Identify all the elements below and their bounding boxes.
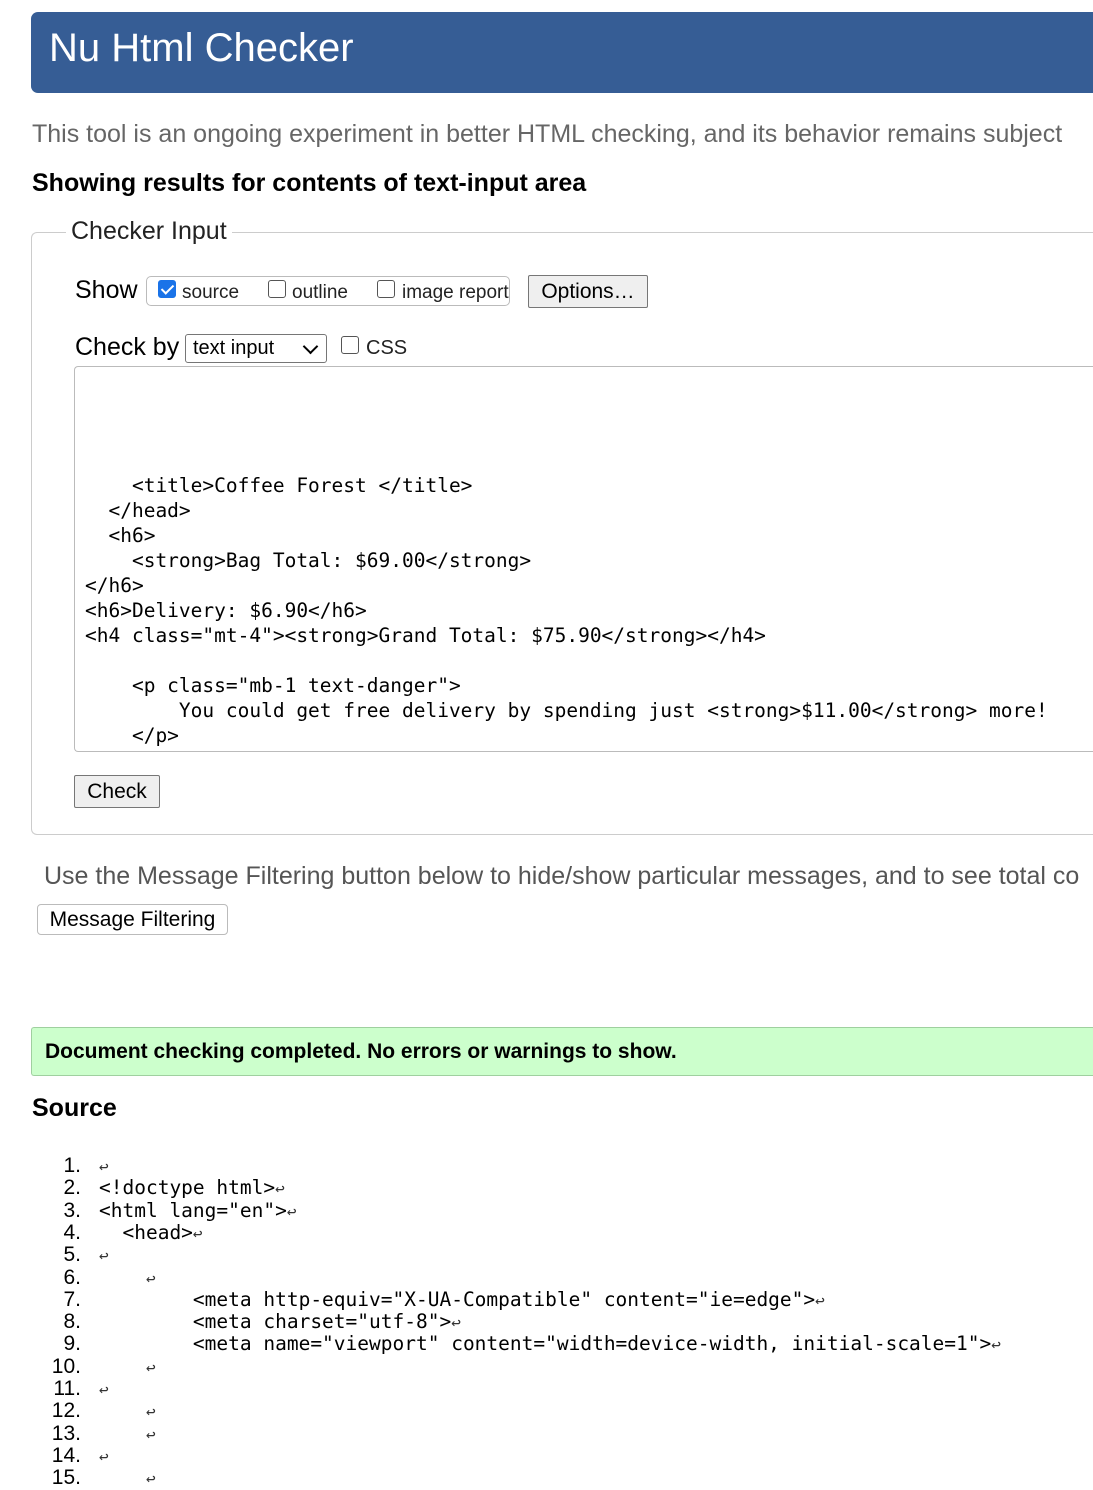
return-icon: ↩ xyxy=(275,1179,285,1199)
results-heading: Showing results for contents of text-inp… xyxy=(32,169,587,197)
source-heading: Source xyxy=(32,1094,117,1122)
source-line-number: 3. xyxy=(63,1198,81,1222)
source-line: 11. ↩ xyxy=(0,1377,1093,1400)
source-line: 3. <html lang="en">↩ xyxy=(0,1198,1093,1222)
source-line-code: ↩ xyxy=(99,1444,109,1467)
checker-input-legend: Checker Input xyxy=(66,217,232,246)
check-by-select-value: text input xyxy=(193,337,275,359)
return-icon: ↩ xyxy=(192,1223,203,1243)
source-line: 14. ↩ xyxy=(0,1443,1093,1467)
source-checkbox-label[interactable]: source xyxy=(182,282,239,304)
show-label: Show xyxy=(75,276,138,304)
source-line-code: ↩ xyxy=(99,1266,156,1289)
source-line: 12. ↩ xyxy=(0,1399,1093,1423)
image-report-checkbox[interactable] xyxy=(377,280,395,298)
source-line-number: 4. xyxy=(63,1220,81,1244)
source-line-number: 10. xyxy=(51,1354,81,1378)
source-textarea[interactable]: <title>Coffee Forest </title> </head> <h… xyxy=(74,366,1093,752)
source-line: 13. ↩ xyxy=(0,1421,1093,1445)
return-icon: ↩ xyxy=(991,1335,1001,1355)
source-line-code: <head>↩ xyxy=(99,1220,203,1244)
source-line: 6. ↩ xyxy=(0,1265,1093,1289)
source-line-number: 6. xyxy=(63,1265,81,1289)
source-line-code: ↩ xyxy=(99,1399,156,1422)
outline-checkbox-label[interactable]: outline xyxy=(292,282,348,304)
source-checkbox[interactable] xyxy=(158,280,176,298)
source-line-code: <meta charset="utf-8">↩ xyxy=(99,1310,461,1334)
source-line-code: <meta name="viewport" content="width=dev… xyxy=(99,1332,1001,1356)
source-line: 9. <meta name="viewport" content="width=… xyxy=(0,1332,1093,1356)
source-line-number: 7. xyxy=(63,1287,81,1311)
source-line-code: ↩ xyxy=(99,1154,109,1177)
source-line-number: 9. xyxy=(63,1332,81,1356)
options-button[interactable]: Options… xyxy=(528,275,648,308)
source-line-code: <html lang="en">↩ xyxy=(99,1198,297,1222)
source-line-number: 2. xyxy=(63,1176,81,1200)
source-line: 5. ↩ xyxy=(0,1243,1093,1267)
check-by-select[interactable]: text input xyxy=(185,334,327,363)
page-header: Nu Html Checker xyxy=(31,12,1093,93)
return-icon: ↩ xyxy=(145,1357,156,1377)
status-message: Document checking completed. No errors o… xyxy=(45,1040,677,1063)
source-line-code: <!doctype html>↩ xyxy=(99,1176,285,1200)
source-line: 7. <meta http-equiv="X-UA-Compatible" co… xyxy=(0,1287,1093,1311)
source-line-code: ↩ xyxy=(99,1422,156,1445)
image-report-checkbox-label[interactable]: image report xyxy=(402,282,509,304)
source-line-code: ↩ xyxy=(99,1243,109,1266)
source-line-code: ↩ xyxy=(99,1466,156,1489)
source-line: 10. ↩ xyxy=(0,1354,1093,1378)
source-line-number: 5. xyxy=(63,1243,81,1267)
outline-checkbox[interactable] xyxy=(268,280,286,298)
css-checkbox[interactable] xyxy=(341,336,359,354)
css-checkbox-label[interactable]: CSS xyxy=(366,337,407,360)
return-icon: ↩ xyxy=(99,1380,109,1399)
source-line-number: 12. xyxy=(51,1399,81,1423)
source-line: 1. ↩ xyxy=(0,1154,1093,1177)
source-line-number: 14. xyxy=(51,1443,81,1467)
source-line: 4. <head>↩ xyxy=(0,1220,1093,1244)
chevron-down-icon xyxy=(302,338,319,355)
filter-note: Use the Message Filtering button below t… xyxy=(44,862,1080,890)
source-line-number: 13. xyxy=(51,1421,81,1445)
return-icon: ↩ xyxy=(145,1402,156,1422)
message-filtering-button[interactable]: Message Filtering xyxy=(37,904,228,935)
return-icon: ↩ xyxy=(451,1313,461,1333)
source-line-number: 11. xyxy=(53,1377,81,1400)
check-by-label: Check by xyxy=(75,333,180,361)
return-icon: ↩ xyxy=(99,1446,109,1466)
check-button[interactable]: Check xyxy=(74,775,160,808)
show-options-group: source outline image report xyxy=(146,276,510,306)
source-line: 8. <meta charset="utf-8">↩ xyxy=(0,1310,1093,1334)
source-line-code: <meta http-equiv="X-UA-Compatible" conte… xyxy=(99,1287,825,1311)
return-icon: ↩ xyxy=(99,1246,109,1266)
return-icon: ↩ xyxy=(145,1424,156,1444)
return-icon: ↩ xyxy=(286,1201,297,1221)
return-icon: ↩ xyxy=(99,1157,109,1176)
source-line-number: 1. xyxy=(63,1154,81,1177)
source-line: 15. ↩ xyxy=(0,1466,1093,1490)
return-icon: ↩ xyxy=(815,1290,825,1310)
page-title: Nu Html Checker xyxy=(49,26,354,70)
return-icon: ↩ xyxy=(145,1268,156,1288)
source-line-number: 15. xyxy=(51,1466,81,1490)
status-message-box: Document checking completed. No errors o… xyxy=(31,1027,1093,1076)
source-line-code: ↩ xyxy=(99,1355,156,1378)
intro-text: This tool is an ongoing experiment in be… xyxy=(32,120,1063,148)
source-line-code: ↩ xyxy=(99,1377,109,1400)
source-line-number: 8. xyxy=(63,1310,81,1334)
textarea-content: <title>Coffee Forest </title> </head> <h… xyxy=(85,474,1048,747)
source-line: 2. <!doctype html>↩ xyxy=(0,1176,1093,1200)
